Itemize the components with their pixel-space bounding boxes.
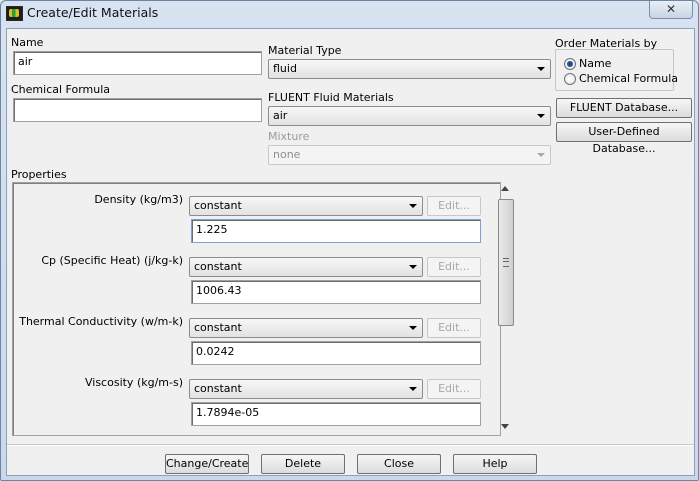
viscosity-method-value: constant (194, 382, 242, 395)
density-value-input[interactable]: 1.225 (191, 219, 481, 243)
grip-icon (503, 258, 509, 267)
specific-heat-value-input[interactable]: 1006.43 (191, 280, 481, 304)
thermal-conductivity-method-select[interactable]: constant (189, 318, 423, 338)
chevron-down-icon (537, 153, 545, 157)
material-type-value: fluid (273, 62, 297, 75)
close-icon: ✕ (665, 2, 677, 16)
radio-order-formula[interactable] (564, 73, 576, 85)
material-type-label: Material Type (268, 44, 342, 57)
chevron-down-icon (537, 67, 545, 71)
footer-divider (7, 444, 694, 446)
viscosity-method-select[interactable]: constant (189, 379, 423, 399)
scroll-down-arrow-icon[interactable] (501, 424, 509, 429)
specific-heat-method-value: constant (194, 260, 242, 273)
density-edit-button: Edit... (427, 196, 481, 216)
fluent-materials-label: FLUENT Fluid Materials (268, 91, 394, 104)
dialog-body: Name air Chemical Formula Material Type … (6, 28, 695, 476)
mixture-value: none (273, 148, 301, 161)
chevron-down-icon (537, 114, 545, 118)
name-label: Name (11, 36, 44, 49)
thermal-conductivity-method-value: constant (194, 321, 242, 334)
radio-order-formula-label[interactable]: Chemical Formula (579, 72, 678, 85)
close-window-button[interactable]: ✕ (649, 1, 693, 19)
viscosity-edit-button: Edit... (427, 379, 481, 399)
density-method-value: constant (194, 199, 242, 212)
chemical-formula-label: Chemical Formula (11, 83, 111, 96)
change-create-button[interactable]: Change/Create (165, 454, 249, 474)
density-method-select[interactable]: constant (189, 196, 423, 216)
chevron-down-icon (409, 326, 417, 330)
density-label: Density (kg/m3) (94, 193, 183, 206)
delete-button[interactable]: Delete (261, 454, 345, 474)
fluent-app-icon (6, 6, 23, 21)
viscosity-value-input[interactable]: 1.7894e-05 (191, 402, 481, 426)
chevron-down-icon (409, 387, 417, 391)
mixture-label: Mixture (268, 130, 310, 143)
specific-heat-method-select[interactable]: constant (189, 257, 423, 277)
materials-dialog: Create/Edit Materials ✕ Name air Chemica… (0, 0, 699, 481)
mixture-select: none (268, 145, 551, 165)
radio-order-name[interactable] (564, 58, 576, 70)
title-bar: Create/Edit Materials ✕ (1, 1, 698, 28)
fluent-materials-select[interactable]: air (268, 106, 551, 126)
viscosity-label: Viscosity (kg/m-s) (84, 376, 183, 389)
chemical-formula-input[interactable] (13, 98, 262, 122)
chevron-down-icon (409, 204, 417, 208)
window-title: Create/Edit Materials (27, 5, 159, 20)
properties-scrollbar[interactable] (496, 182, 514, 436)
thermal-conductivity-value-input[interactable]: 0.0242 (191, 341, 481, 365)
specific-heat-edit-button: Edit... (427, 257, 481, 277)
name-input[interactable]: air (13, 51, 262, 75)
specific-heat-label: Cp (Specific Heat) (j/kg-k) (41, 254, 183, 267)
thermal-conductivity-label: Thermal Conductivity (w/m-k) (19, 315, 183, 328)
thermal-conductivity-edit-button: Edit... (427, 318, 481, 338)
close-button[interactable]: Close (357, 454, 441, 474)
scrollbar-thumb[interactable] (498, 199, 514, 326)
user-defined-database-button[interactable]: User-Defined Database... (556, 122, 692, 155)
material-type-select[interactable]: fluid (268, 59, 551, 79)
help-button[interactable]: Help (453, 454, 537, 474)
properties-label: Properties (11, 168, 67, 181)
radio-order-name-label[interactable]: Name (579, 57, 611, 70)
scroll-up-arrow-icon[interactable] (501, 186, 509, 191)
fluent-materials-value: air (273, 109, 288, 122)
fluent-database-button[interactable]: FLUENT Database... (556, 98, 692, 118)
chevron-down-icon (409, 265, 417, 269)
